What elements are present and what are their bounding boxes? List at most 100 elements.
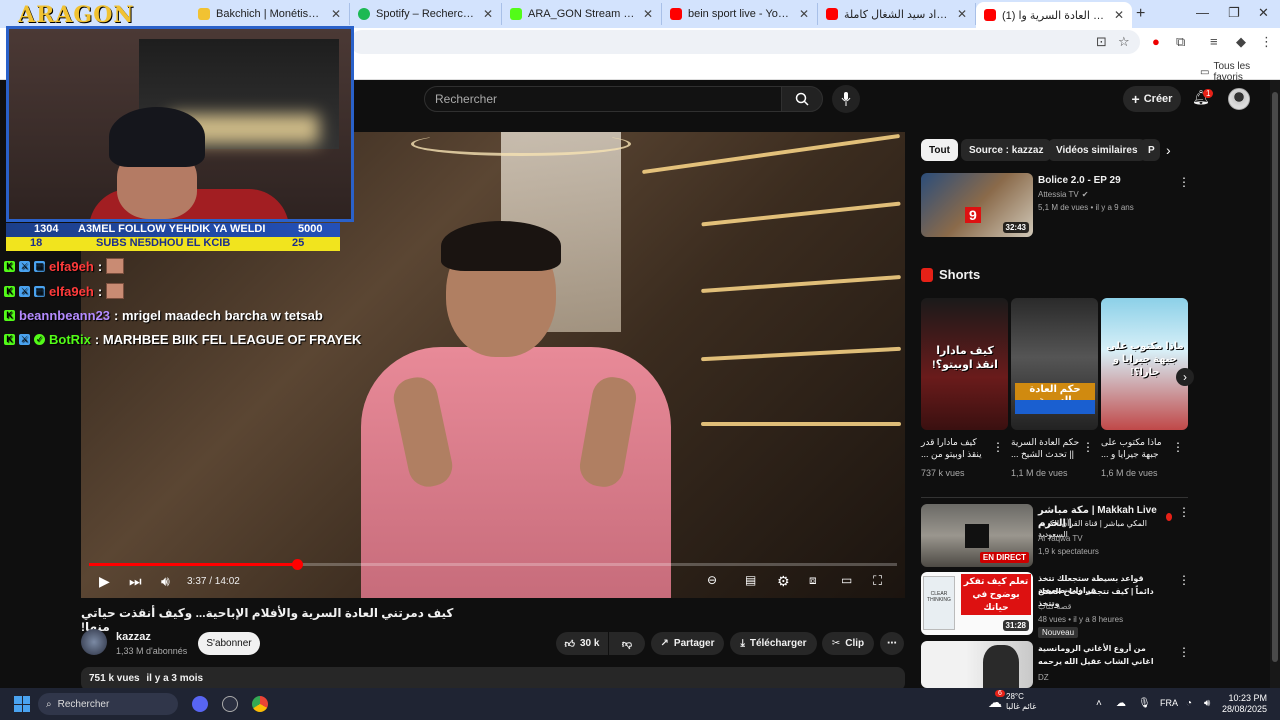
tab-masrahiya[interactable]: مسرحية الواد سيد الشغال كاملة ✕: [818, 3, 976, 25]
bookmark-star-icon[interactable]: ☆: [1118, 34, 1130, 50]
windows-start-icon[interactable]: [14, 696, 30, 712]
settings-gear-icon[interactable]: ⚙: [777, 573, 790, 590]
scrollbar[interactable]: [1270, 80, 1280, 688]
streamer-logo: ARAGON: [18, 2, 135, 28]
weather-desc: غائم غالبا: [1006, 702, 1037, 711]
subscribe-button[interactable]: S'abonner: [198, 632, 260, 655]
fullscreen-icon[interactable]: ⛶: [873, 573, 882, 589]
short-thumbnail[interactable]: حكم العادة السرية: [1011, 298, 1098, 430]
taskbar-search[interactable]: ⌕ Rechercher: [38, 693, 178, 715]
next-icon[interactable]: ⏭︎: [129, 573, 142, 590]
scrollbar-thumb[interactable]: [1272, 92, 1278, 662]
close-icon[interactable]: ✕: [799, 7, 809, 21]
tab-kick-stream[interactable]: ARA_GON Stream - Watch Live ✕: [502, 3, 662, 25]
chevron-right-icon[interactable]: ›: [1166, 142, 1171, 158]
install-icon[interactable]: ⊡: [1096, 34, 1107, 50]
video-meta: 5,1 M de vues • il y a 9 ans: [1038, 203, 1134, 212]
create-label: Créer: [1143, 93, 1173, 105]
media-icon[interactable]: ≡: [1210, 34, 1218, 49]
shorts-section-header: Shorts: [921, 267, 980, 282]
progress-scrubber[interactable]: [292, 559, 304, 570]
short-views: 1,1 M de vues: [1011, 468, 1068, 478]
kick-badge-icon: K: [4, 334, 15, 345]
more-vertical-icon[interactable]: ⋮: [1178, 573, 1190, 587]
tab-title: ARA_GON Stream - Watch Live: [528, 8, 637, 20]
short-title[interactable]: ماذا مكتوب على جبهة جيرايا و ...: [1101, 436, 1171, 460]
system-clock[interactable]: 10:23 PM 28/08/2025: [1222, 693, 1267, 715]
chip-more[interactable]: P: [1140, 139, 1160, 161]
microphone-icon[interactable]: 🎙︎: [1138, 698, 1151, 709]
extensions-icon[interactable]: ⧉: [1176, 34, 1185, 50]
search-input[interactable]: Rechercher: [424, 86, 782, 112]
close-icon[interactable]: ✕: [483, 7, 493, 21]
chip-source-kazzaz[interactable]: Source : kazzaz: [961, 139, 1052, 161]
dislike-button[interactable]: 👎︎: [609, 632, 645, 655]
more-vertical-icon[interactable]: ⋮: [1178, 505, 1190, 519]
video-thumbnail[interactable]: [921, 641, 1033, 688]
close-icon[interactable]: ✕: [643, 7, 653, 21]
volume-icon[interactable]: 🔊︎: [1204, 698, 1210, 709]
chip-all[interactable]: Tout: [921, 139, 958, 161]
chrome-icon[interactable]: [252, 696, 268, 712]
more-vertical-icon[interactable]: ⋮: [992, 440, 1004, 454]
channel-avatar[interactable]: [81, 629, 107, 655]
follow-count: 1304: [34, 223, 59, 235]
subtitles-icon[interactable]: ▤: [745, 573, 756, 587]
language-indicator[interactable]: FRA: [1160, 698, 1178, 708]
shorts-next-chevron-icon[interactable]: ›: [1176, 368, 1194, 386]
video-thumbnail[interactable]: CLEAR THINKING تعلم كيف تفكر بوضوح في حيا…: [921, 572, 1033, 635]
tab-spotify[interactable]: Spotify – Rechercher ✕: [350, 3, 502, 25]
short-title[interactable]: حكم العادة السرية || تحدث الشيخ ...: [1011, 436, 1081, 460]
more-vertical-icon[interactable]: ⋮: [1178, 175, 1190, 189]
channel-name[interactable]: kazzaz: [116, 631, 151, 643]
address-bar[interactable]: [350, 30, 1140, 54]
more-actions-button[interactable]: ⋯: [880, 632, 904, 655]
short-thumbnail[interactable]: ماذا مكتوب على جبهة جيرايا و جارا؟!: [1101, 298, 1188, 430]
close-icon[interactable]: ✕: [957, 7, 967, 21]
volume-icon[interactable]: 🔊︎: [161, 573, 170, 590]
microphone-icon: [841, 92, 851, 106]
video-thumbnail[interactable]: EN DIRECT: [921, 504, 1033, 567]
tab-current-video[interactable]: (1) كيف دمرتني العادة السرية وا ✕: [976, 2, 1132, 28]
download-button[interactable]: ⤓ Télécharger: [730, 632, 817, 655]
like-button[interactable]: 👍︎ 30 k: [556, 632, 608, 655]
autoplay-toggle-icon[interactable]: ⊖: [707, 573, 717, 587]
search-button[interactable]: [781, 86, 823, 112]
opera-icon[interactable]: ●: [1152, 34, 1160, 49]
window-close-icon[interactable]: ✕: [1258, 5, 1269, 21]
create-button[interactable]: + Créer: [1123, 86, 1181, 112]
onedrive-cloud-icon[interactable]: ☁: [1116, 698, 1126, 709]
new-tab-icon[interactable]: +: [1136, 5, 1145, 23]
chip-similar-videos[interactable]: Vidéos similaires: [1048, 139, 1146, 161]
chatgpt-icon[interactable]: [222, 696, 238, 712]
chat-message: K ⚔ ▦ elfa9eh :: [4, 258, 125, 274]
more-vertical-icon[interactable]: ⋮: [1178, 645, 1190, 659]
menu-icon[interactable]: ⋮: [1260, 34, 1273, 50]
tab-bakchich[interactable]: Bakchich | Monétisation pour le ✕: [190, 3, 350, 25]
miniplayer-icon[interactable]: ⧈: [809, 573, 817, 588]
more-vertical-icon[interactable]: ⋮: [1082, 440, 1094, 454]
share-button[interactable]: ↗ Partager: [651, 632, 724, 655]
tab-bein-youtube[interactable]: bein sport live - YouTube ✕: [662, 3, 818, 25]
chevron-up-icon[interactable]: ˄: [1096, 698, 1102, 709]
play-icon[interactable]: ▶: [99, 573, 110, 590]
video-thumbnail[interactable]: 9 32:43: [921, 173, 1033, 237]
video-title[interactable]: من أروع الأغاني الرومانسية: [1038, 643, 1172, 655]
avatar[interactable]: [1228, 88, 1250, 110]
more-vertical-icon[interactable]: ⋮: [1172, 440, 1184, 454]
short-thumbnail[interactable]: كيف مادارا انقذ اوبيتو؟!: [921, 298, 1008, 430]
theater-mode-icon[interactable]: ▭: [841, 573, 852, 587]
restore-icon[interactable]: ❐: [1228, 5, 1240, 21]
profile-icon[interactable]: ◆: [1236, 34, 1246, 50]
voice-search-button[interactable]: [832, 85, 860, 113]
channel-name: Attessia TV: [1038, 190, 1079, 199]
progress-bar[interactable]: [89, 559, 897, 570]
close-icon[interactable]: ✕: [1114, 8, 1124, 22]
short-title[interactable]: كيف مادارا قدر ينقذ اوبيتو من ...: [921, 436, 991, 460]
video-title[interactable]: Bolice 2.0 - EP 29: [1038, 174, 1121, 187]
close-icon[interactable]: ✕: [331, 7, 341, 21]
network-icon[interactable]: ◔: [1186, 698, 1192, 709]
discord-icon[interactable]: [192, 696, 208, 712]
minimize-icon[interactable]: —: [1196, 5, 1209, 20]
clip-button[interactable]: ✂ Clip: [822, 632, 874, 655]
